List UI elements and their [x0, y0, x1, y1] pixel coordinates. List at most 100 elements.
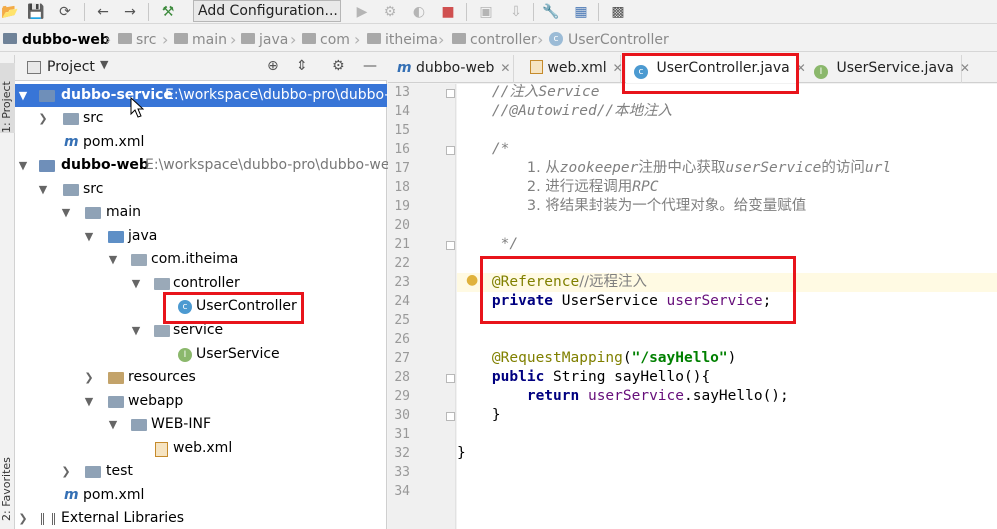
run-icon[interactable]: ▶	[352, 2, 372, 22]
tree-item-src[interactable]: ❯ src	[15, 107, 387, 130]
line-number: 20	[394, 218, 410, 233]
tree-item-usercontroller[interactable]: c UserController	[15, 295, 387, 318]
tab-web-xml[interactable]: web.xml ✕	[524, 55, 623, 83]
xml-file-icon	[530, 60, 543, 74]
tree-label: dubbo-service	[61, 87, 173, 103]
tree-label: resources	[128, 369, 196, 385]
tab-usercontroller-java[interactable]: c UserController.java ✕	[626, 55, 806, 83]
chevron-down-icon[interactable]: ▼	[83, 225, 95, 248]
chevron-down-icon[interactable]: ▼	[17, 84, 29, 107]
tree-item-pom[interactable]: m pom.xml	[15, 131, 387, 154]
breadcrumb-item[interactable]: controller	[470, 31, 537, 49]
tree-item-test[interactable]: ❯ test	[15, 460, 387, 483]
coverage-icon[interactable]: ◐	[409, 2, 429, 22]
chevron-down-icon[interactable]: ▼	[107, 413, 119, 436]
chevron-right-icon[interactable]: ❯	[83, 366, 95, 389]
back-icon[interactable]: ←	[93, 2, 113, 22]
collapse-icon[interactable]: ⇕	[296, 58, 308, 74]
hide-icon[interactable]: —	[363, 58, 377, 74]
open-icon[interactable]: 📂	[0, 2, 20, 22]
stop-icon[interactable]: ■	[438, 2, 458, 22]
lightbulb-icon[interactable]: ●	[466, 272, 478, 288]
debug-icon[interactable]: ⚙	[380, 2, 400, 22]
project-view-title[interactable]: Project	[47, 59, 95, 75]
tree-item-dubbo-web[interactable]: ▼ dubbo-web E:\workspace\dubbo-pro\dubbo…	[15, 154, 390, 177]
breadcrumb-item[interactable]: dubbo-web	[22, 31, 110, 49]
chevron-right-icon[interactable]: ❯	[17, 507, 29, 529]
method-call: .sayHello();	[684, 388, 789, 404]
tree-item-service[interactable]: ▼ service	[15, 319, 387, 342]
settings-icon[interactable]: 🔧	[541, 2, 561, 22]
fold-marker-icon[interactable]	[446, 146, 455, 155]
xml-file-icon	[155, 442, 168, 457]
project-view-icon	[27, 61, 41, 74]
chevron-right-icon[interactable]: ❯	[37, 107, 49, 130]
close-icon[interactable]: ✕	[613, 61, 623, 75]
folder-icon	[63, 184, 79, 196]
brace: }	[491, 407, 501, 423]
close-icon[interactable]: ✕	[500, 61, 510, 75]
tree-item-external-libraries[interactable]: ❯ External Libraries	[15, 507, 387, 529]
tree-item-pom[interactable]: m pom.xml	[15, 484, 387, 507]
sdk-icon[interactable]: ⇩	[506, 2, 526, 22]
tree-item-web-inf[interactable]: ▼ WEB-INF	[15, 413, 387, 436]
sync-icon[interactable]: ⟳	[55, 2, 75, 22]
breadcrumb-item[interactable]: itheima	[385, 31, 438, 49]
project-tool-tab[interactable]: 1: Project	[0, 63, 15, 133]
chevron-down-icon[interactable]: ▼	[130, 272, 142, 295]
breadcrumb-item[interactable]: UserController	[568, 31, 669, 49]
code-line: */	[457, 235, 518, 254]
maven-icon: m	[64, 487, 79, 503]
chevron-down-icon[interactable]: ▼	[83, 390, 95, 413]
forward-icon[interactable]: →	[120, 2, 140, 22]
fold-marker-icon[interactable]	[446, 412, 455, 421]
structure-icon[interactable]: ▦	[571, 2, 591, 22]
tree-item-web-xml[interactable]: web.xml	[15, 437, 387, 460]
breadcrumb-item[interactable]: java	[259, 31, 288, 49]
chevron-down-icon[interactable]: ▼	[60, 201, 72, 224]
tree-label: test	[106, 463, 133, 479]
tab-userservice-java[interactable]: I UserService.java ✕	[800, 55, 970, 83]
favorites-tool-tab[interactable]: 2: Favorites	[0, 433, 15, 521]
tree-item-main[interactable]: ▼ main	[15, 201, 387, 224]
breadcrumb-item[interactable]: com	[320, 31, 350, 49]
fold-marker-icon[interactable]	[446, 89, 455, 98]
chevron-right-icon[interactable]: ❯	[60, 460, 72, 483]
line-number: 15	[394, 123, 410, 138]
close-icon[interactable]: ✕	[960, 61, 970, 75]
gear-icon[interactable]: ⚙	[332, 58, 345, 74]
locate-icon[interactable]: ⊕	[267, 58, 279, 74]
chevron-down-icon[interactable]: ▼	[37, 178, 49, 201]
tree-item-userservice[interactable]: I UserService	[15, 343, 387, 366]
code-line: return userService.sayHello();	[457, 387, 789, 406]
chevron-down-icon[interactable]: ▼	[100, 58, 108, 71]
fold-marker-icon[interactable]	[446, 374, 455, 383]
line-number: 13	[394, 85, 410, 100]
save-icon[interactable]: 💾	[26, 2, 46, 22]
tree-item-dubbo-service[interactable]: ▼ dubbo-service E:\workspace\dubbo-pro\d…	[15, 84, 397, 107]
tab-dubbo-web[interactable]: m dubbo-web ✕	[388, 55, 514, 83]
tree-label: dubbo-web	[61, 157, 149, 173]
tree-item-webapp[interactable]: ▼ webapp	[15, 390, 387, 413]
breadcrumb-item[interactable]: src	[136, 31, 156, 49]
package-icon	[131, 254, 147, 266]
fold-marker-icon[interactable]	[446, 241, 455, 250]
vcs-icon[interactable]: ▩	[608, 2, 628, 22]
resources-folder-icon	[108, 372, 124, 384]
chevron-down-icon[interactable]: ▼	[130, 319, 142, 342]
tree-item-java[interactable]: ▼ java	[15, 225, 387, 248]
folder-icon	[131, 419, 147, 431]
toolbar-separator	[598, 3, 599, 21]
project-structure-icon[interactable]: ▣	[476, 2, 496, 22]
build-icon[interactable]: ⚒	[158, 2, 178, 22]
tree-item-src[interactable]: ▼ src	[15, 178, 387, 201]
folder-icon	[63, 113, 79, 125]
tree-item-com-itheima[interactable]: ▼ com.itheima	[15, 248, 387, 271]
tree-item-resources[interactable]: ❯ resources	[15, 366, 387, 389]
run-configuration-dropdown[interactable]: Add Configuration...	[193, 0, 341, 22]
chevron-down-icon[interactable]: ▼	[107, 248, 119, 271]
tree-item-controller[interactable]: ▼ controller	[15, 272, 387, 295]
breadcrumb-item[interactable]: main	[192, 31, 227, 49]
chevron-down-icon[interactable]: ▼	[17, 154, 29, 177]
line-number: 18	[394, 180, 410, 195]
